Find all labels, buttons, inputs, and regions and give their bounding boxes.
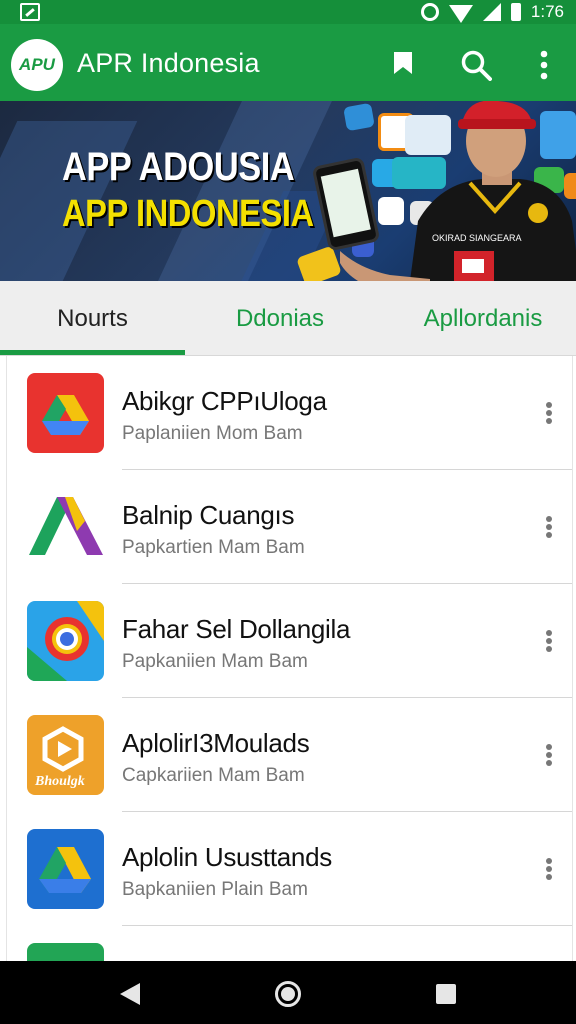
recents-icon[interactable] (436, 984, 456, 1004)
tab-apllordanis[interactable]: Apllordanis (385, 281, 576, 356)
icon-text: Bhoulgk (34, 774, 85, 789)
app-title: Aplolin Ususttands (122, 842, 332, 872)
tab-indicator (0, 350, 185, 355)
status-bar-right: 1:76 (420, 0, 564, 24)
drive-blue-icon (27, 829, 104, 909)
arm-illustration (340, 251, 430, 281)
phone-illustration (311, 156, 381, 252)
list-item[interactable]: Abikgr CPPıUloga Paplaniien Mom Bam (7, 356, 572, 470)
more-vert-icon[interactable] (539, 742, 559, 768)
triangle-logo-icon (27, 487, 104, 567)
list-item[interactable]: Fahar Sel Dollangila Papkaniien Mam Bam (7, 584, 572, 698)
tab-ddonias[interactable]: Ddonias (185, 281, 375, 356)
app-title: Fahar Sel Dollangila (122, 614, 351, 644)
app-list: Abikgr CPPıUloga Paplaniien Mom Bam Baln… (6, 356, 573, 961)
app-subtitle: Capkariien Mam Bam (122, 765, 305, 786)
list-item[interactable]: Aplolin Ususttands Bapkaniien Plain Bam (7, 812, 572, 926)
list-item[interactable]: Balnip Cuangıs Papkartien Mam Bam (7, 470, 572, 584)
app-title: AplolirI3Moulads (122, 728, 310, 758)
more-vert-icon[interactable] (539, 628, 559, 654)
wifi-icon (448, 5, 473, 23)
shirt-text: OKIRAD SIANGEARA (432, 233, 522, 243)
list-item[interactable]: Bhoulgk AplolirI3Moulads Capkariien Mam … (7, 698, 572, 812)
sync-icon (420, 3, 439, 21)
more-vert-icon[interactable] (539, 514, 559, 540)
app-logo[interactable]: APU (11, 39, 63, 91)
drive-red-icon (27, 373, 104, 453)
person-illustration: OKIRAD SIANGEARA (410, 101, 576, 281)
green-partial-icon (27, 943, 104, 961)
list-item[interactable] (7, 926, 572, 961)
banner-headline-2: APP INDONESIA (62, 193, 314, 235)
photo-icon (20, 3, 40, 21)
bhoulgk-play-icon: Bhoulgk (27, 715, 104, 795)
promo-banner[interactable]: OKIRAD SIANGEARA APP ADOUSIA APP INDONES… (0, 101, 576, 281)
tile-icon (343, 102, 375, 132)
system-nav-bar (0, 961, 576, 1024)
app-subtitle: Papkartien Mam Bam (122, 537, 305, 558)
app-subtitle: Paplaniien Mom Bam (122, 423, 303, 444)
back-icon[interactable] (120, 983, 140, 1005)
home-icon[interactable] (275, 981, 301, 1007)
more-vert-icon[interactable] (530, 49, 558, 81)
tab-nourts[interactable]: Nourts (0, 281, 185, 356)
app-title: Abikgr CPPıUloga (122, 386, 327, 416)
signal-icon (482, 3, 501, 21)
app-title: APR Indonesia (77, 48, 260, 78)
battery-icon (510, 3, 521, 21)
app-subtitle: Bapkaniien Plain Bam (122, 879, 308, 900)
status-time: 1:76 (530, 2, 564, 21)
status-bar: 1:76 (0, 0, 576, 24)
tab-bar: Nourts Ddonias Apllordanis (0, 281, 576, 356)
more-vert-icon[interactable] (539, 400, 559, 426)
chrome-style-icon (27, 601, 104, 681)
tile-icon (378, 197, 404, 225)
more-vert-icon[interactable] (539, 856, 559, 882)
banner-headline-1: APP ADOUSIA (62, 145, 295, 189)
search-icon[interactable] (460, 49, 492, 81)
app-title: Balnip Cuangıs (122, 500, 295, 530)
app-subtitle: Papkaniien Mam Bam (122, 651, 308, 672)
bookmark-icon[interactable] (392, 52, 414, 74)
app-bar: APU APR Indonesia (0, 24, 576, 101)
